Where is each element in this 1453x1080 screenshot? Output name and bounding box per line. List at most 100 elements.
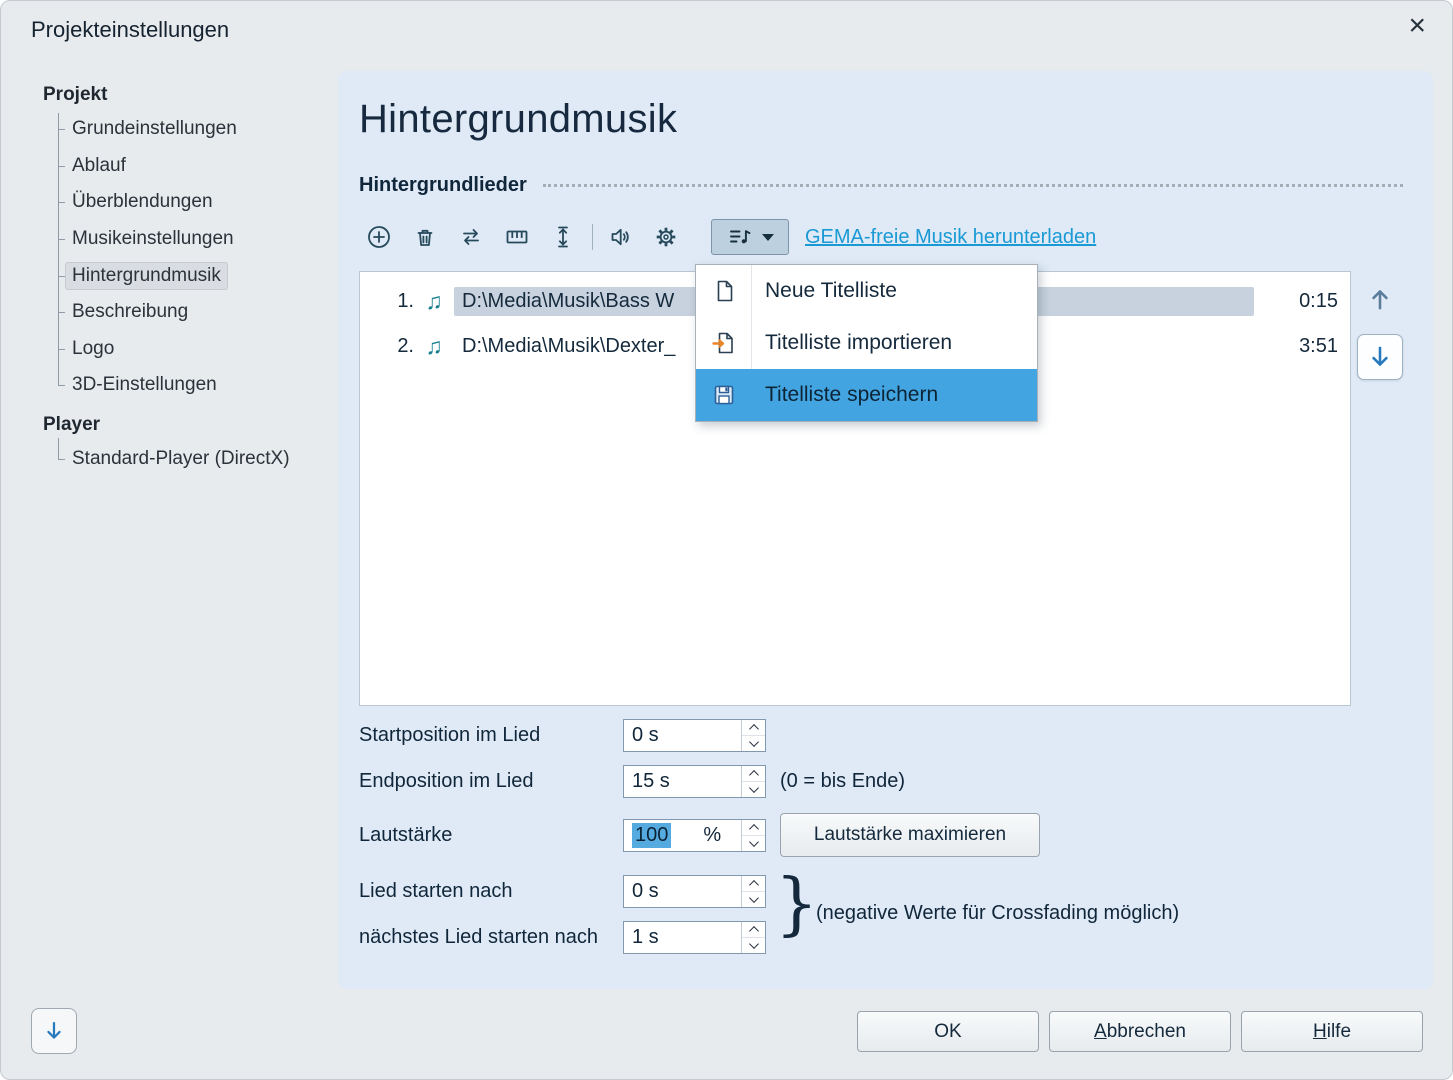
keyboard-button[interactable] bbox=[500, 220, 534, 254]
sidebar-item-musikeinstellungen[interactable]: Musikeinstellungen bbox=[43, 221, 335, 258]
sidebar-item-hintergrundmusik[interactable]: Hintergrundmusik bbox=[43, 257, 335, 294]
maximize-volume-button[interactable]: Lautstärke maximieren bbox=[780, 813, 1040, 857]
crossfade-hint: (negative Werte für Crossfading möglich) bbox=[816, 902, 1179, 925]
arrow-down-icon bbox=[41, 1018, 67, 1044]
delete-song-button[interactable] bbox=[408, 220, 442, 254]
dotted-separator bbox=[543, 184, 1403, 187]
player-tree: Standard-Player (DirectX) bbox=[43, 441, 335, 478]
spin-up-button[interactable] bbox=[742, 720, 765, 736]
chevron-down-icon bbox=[762, 234, 774, 241]
endposition-input[interactable]: 15 s bbox=[624, 766, 741, 797]
section-header: Hintergrundlieder bbox=[359, 171, 1403, 199]
music-note-icon: ♫ bbox=[414, 288, 454, 315]
page-title: Hintergrundmusik bbox=[359, 97, 677, 142]
gema-music-link[interactable]: GEMA-freie Musik herunterladen bbox=[805, 226, 1096, 249]
music-list-icon bbox=[726, 223, 754, 251]
endposition-spinner: 15 s bbox=[623, 765, 766, 798]
spin-down-button[interactable] bbox=[742, 782, 765, 797]
sidebar-item-beschreibung[interactable]: Beschreibung bbox=[43, 294, 335, 331]
lautstaerke-input[interactable]: 100% bbox=[624, 820, 741, 851]
lied-starten-row: Lied starten nach 0 s bbox=[359, 875, 766, 908]
trash-icon bbox=[411, 223, 439, 251]
swap-order-button[interactable] bbox=[454, 220, 488, 254]
sidebar-item-grundeinstellungen[interactable]: Grundeinstellungen bbox=[43, 111, 335, 148]
lied-starten-input[interactable]: 0 s bbox=[624, 876, 741, 907]
spin-up-button[interactable] bbox=[742, 766, 765, 782]
endposition-row: Endposition im Lied 15 s (0 = bis Ende) bbox=[359, 765, 905, 798]
menu-item-neue-titelliste[interactable]: Neue Titelliste bbox=[696, 265, 1037, 317]
menu-item-titelliste-importieren[interactable]: Titelliste importieren bbox=[696, 317, 1037, 369]
dialog-footer: OK Abbrechen Hilfe bbox=[857, 1011, 1423, 1052]
section-label: Hintergrundlieder bbox=[359, 174, 527, 197]
lautstaerke-row: Lautstärke 100% Lautstärke maximieren bbox=[359, 819, 766, 852]
unit-label: % bbox=[703, 824, 721, 847]
spin-up-button[interactable] bbox=[742, 922, 765, 938]
sidebar-item-logo[interactable]: Logo bbox=[43, 331, 335, 368]
add-circle-icon bbox=[365, 223, 393, 251]
titlelist-menu-button[interactable] bbox=[711, 219, 789, 255]
fit-length-button[interactable] bbox=[546, 220, 580, 254]
cancel-button[interactable]: Abbrechen bbox=[1049, 1011, 1231, 1052]
playlist-toolbar: GEMA-freie Musik herunterladen bbox=[362, 217, 1096, 257]
sidebar-item-ueberblendungen[interactable]: Überblendungen bbox=[43, 184, 335, 221]
startposition-row: Startposition im Lied 0 s bbox=[359, 719, 766, 752]
projekt-tree: Grundeinstellungen Ablauf Überblendungen… bbox=[43, 111, 335, 404]
spin-down-button[interactable] bbox=[742, 892, 765, 907]
collapse-dialog-button[interactable] bbox=[31, 1008, 77, 1054]
close-icon[interactable]: × bbox=[1408, 11, 1426, 41]
toolbar-separator bbox=[592, 224, 593, 250]
sidebar-item-3d-einstellungen[interactable]: 3D-Einstellungen bbox=[43, 367, 335, 404]
lied-starten-spinner: 0 s bbox=[623, 875, 766, 908]
song-duration: 0:15 bbox=[1278, 290, 1338, 313]
field-label: nächstes Lied starten nach bbox=[359, 926, 623, 949]
ok-button[interactable]: OK bbox=[857, 1011, 1039, 1052]
naechstes-lied-spinner: 1 s bbox=[623, 921, 766, 954]
row-index: 1. bbox=[360, 290, 414, 313]
settings-sidebar: Projekt Grundeinstellungen Ablauf Überbl… bbox=[43, 83, 335, 477]
spin-down-button[interactable] bbox=[742, 938, 765, 953]
startposition-input[interactable]: 0 s bbox=[624, 720, 741, 751]
lautstaerke-spinner: 100% bbox=[623, 819, 766, 852]
spin-down-button[interactable] bbox=[742, 736, 765, 751]
naechstes-lied-row: nächstes Lied starten nach 1 s bbox=[359, 921, 766, 954]
dialog-title: Projekteinstellungen bbox=[31, 17, 229, 43]
import-document-icon bbox=[696, 317, 752, 369]
music-note-icon: ♫ bbox=[414, 333, 454, 360]
sidebar-group-projekt: Projekt bbox=[43, 83, 335, 111]
brace-glyph: } bbox=[775, 871, 818, 939]
move-down-button[interactable] bbox=[1357, 334, 1403, 380]
hintergrundmusik-panel: Hintergrundmusik Hintergrundlieder bbox=[338, 71, 1433, 989]
sidebar-group-player: Player bbox=[43, 413, 335, 441]
project-settings-dialog: Projekteinstellungen × Projekt Grundeins… bbox=[0, 0, 1453, 1080]
speaker-icon bbox=[606, 223, 634, 251]
help-button[interactable]: Hilfe bbox=[1241, 1011, 1423, 1052]
arrow-down-icon bbox=[1365, 342, 1395, 372]
field-label: Lied starten nach bbox=[359, 880, 623, 903]
save-icon bbox=[696, 369, 752, 421]
vertical-resize-icon bbox=[549, 223, 577, 251]
startposition-spinner: 0 s bbox=[623, 719, 766, 752]
naechstes-lied-input[interactable]: 1 s bbox=[624, 922, 741, 953]
endposition-hint: (0 = bis Ende) bbox=[780, 770, 905, 793]
move-up-button[interactable] bbox=[1359, 278, 1401, 320]
gear-icon bbox=[652, 223, 680, 251]
spin-up-button[interactable] bbox=[742, 820, 765, 836]
field-label: Startposition im Lied bbox=[359, 724, 623, 747]
sidebar-item-ablauf[interactable]: Ablauf bbox=[43, 148, 335, 185]
spin-down-button[interactable] bbox=[742, 836, 765, 851]
song-duration: 3:51 bbox=[1278, 335, 1338, 358]
field-label: Lautstärke bbox=[359, 824, 623, 847]
settings-button[interactable] bbox=[649, 220, 683, 254]
arrow-up-icon bbox=[1365, 284, 1395, 314]
keyboard-icon bbox=[503, 223, 531, 251]
menu-item-titelliste-speichern[interactable]: Titelliste speichern bbox=[696, 369, 1037, 421]
row-index: 2. bbox=[360, 335, 414, 358]
selected-value: 100 bbox=[632, 823, 671, 848]
spin-up-button[interactable] bbox=[742, 876, 765, 892]
field-label: Endposition im Lied bbox=[359, 770, 623, 793]
add-song-button[interactable] bbox=[362, 220, 396, 254]
sidebar-item-standard-player[interactable]: Standard-Player (DirectX) bbox=[43, 441, 335, 478]
volume-button[interactable] bbox=[603, 220, 637, 254]
titlelist-dropdown-menu: Neue Titelliste Titelliste importieren T… bbox=[695, 264, 1038, 422]
new-document-icon bbox=[696, 265, 752, 317]
